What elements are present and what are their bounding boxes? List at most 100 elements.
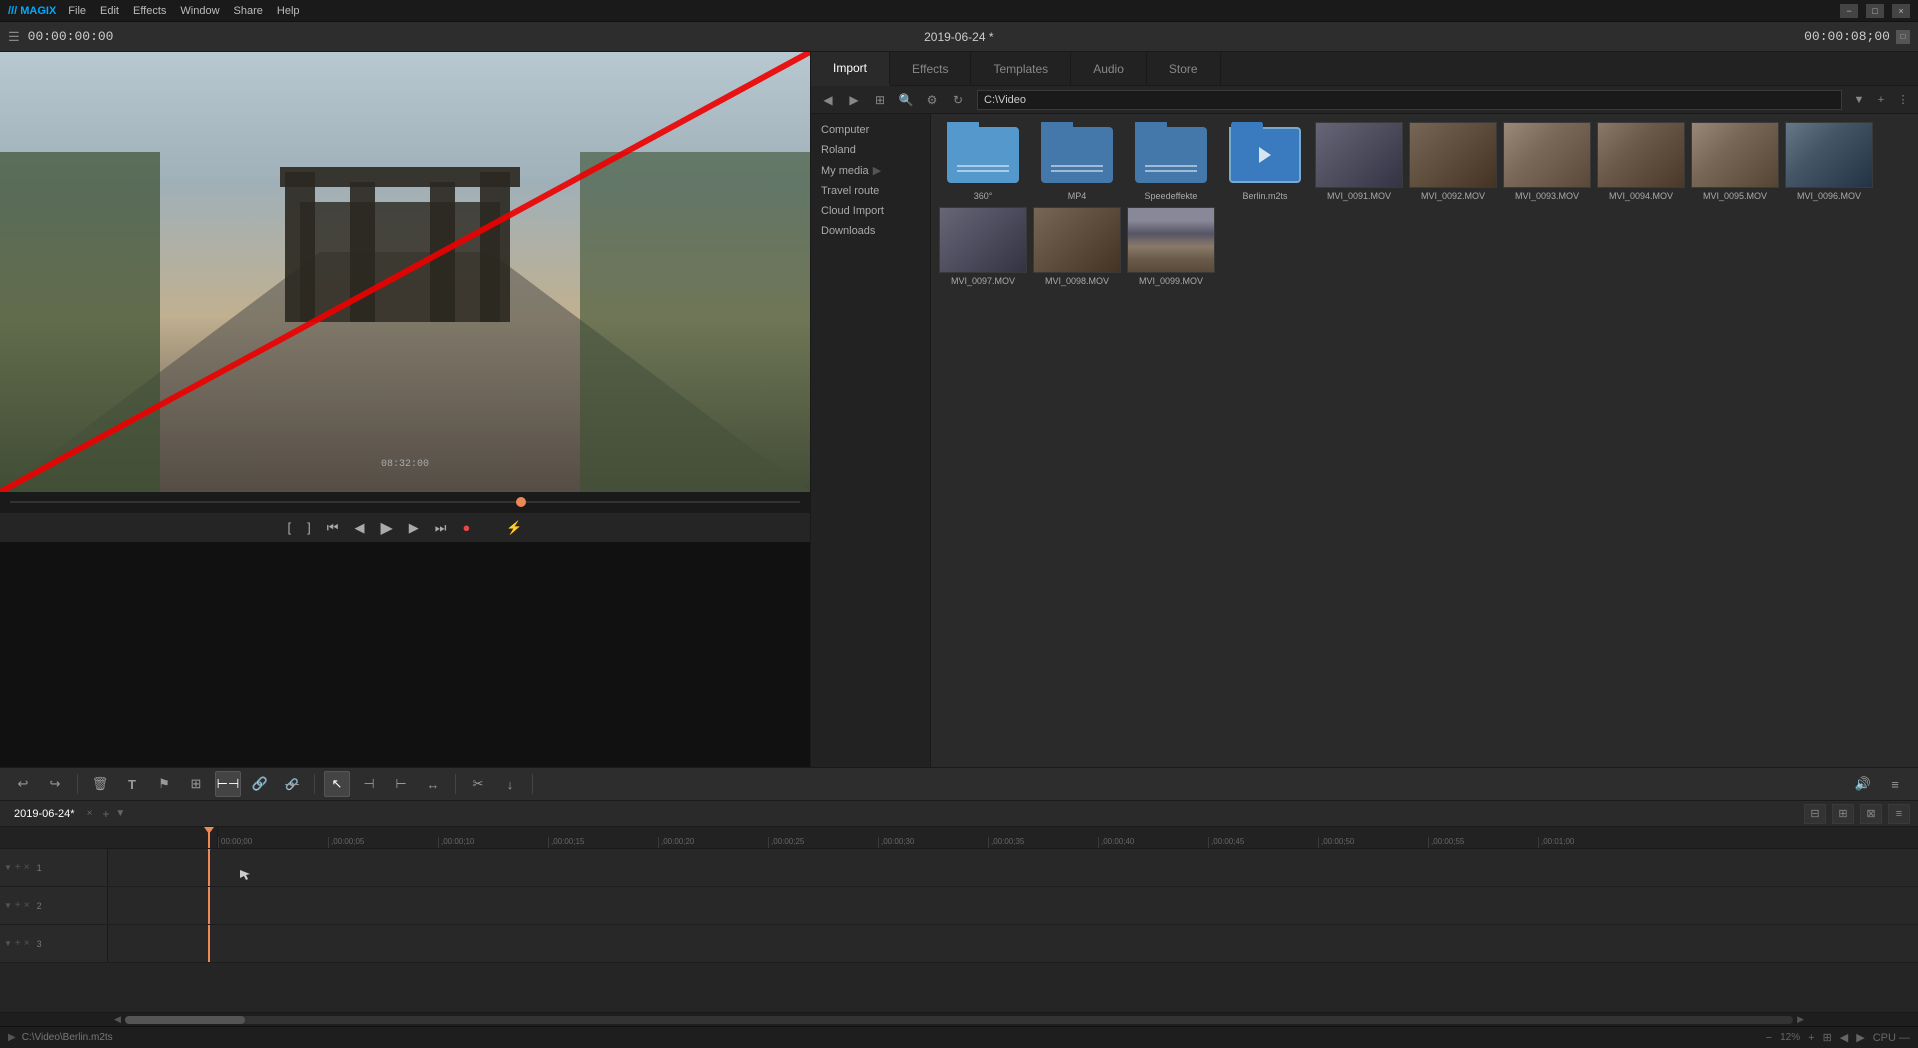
ripple-button[interactable]: ⊣ [356, 771, 382, 797]
undo-button[interactable]: ↩ [10, 771, 36, 797]
step-fwd-button[interactable]: ▶ [405, 518, 423, 538]
tab-templates[interactable]: Templates [971, 52, 1071, 85]
video-mvi0099[interactable]: MVI_0099.MOV [1127, 207, 1215, 286]
dropdown-arrow-icon[interactable]: ▼ [1850, 91, 1868, 109]
step-back-button[interactable]: ◀ [350, 518, 368, 538]
mark-out-button[interactable]: ] [303, 518, 315, 537]
fwd-button[interactable]: ▶ [843, 89, 865, 111]
track-2-mute-button[interactable]: × [24, 900, 30, 911]
zoom-minus-button[interactable]: − [1766, 1032, 1772, 1044]
timeline-scroll-thumb[interactable] [125, 1016, 245, 1024]
grid-view-button[interactable]: ⊞ [869, 89, 891, 111]
play-button[interactable]: ▶ [376, 516, 396, 540]
track-1-area[interactable] [108, 849, 1918, 886]
track-1-collapse-icon[interactable]: ▼ [4, 863, 12, 872]
beats-button[interactable]: ⊞ [183, 771, 209, 797]
maximize-button[interactable]: □ [1866, 4, 1884, 18]
marker-button[interactable]: ⚑ [151, 771, 177, 797]
more-edit-button[interactable]: ≡ [1882, 771, 1908, 797]
path-input[interactable] [977, 90, 1842, 110]
timeline-add-button[interactable]: + [102, 807, 109, 821]
track-2-area[interactable] [108, 887, 1918, 924]
sidebar-item-my-media[interactable]: My media ▶ [811, 160, 930, 181]
timeline-close-icon[interactable]: × [87, 808, 93, 819]
timeline-scroll-track[interactable] [125, 1016, 1793, 1024]
video-mvi0093[interactable]: MVI_0093.MOV [1503, 122, 1591, 201]
back-button[interactable]: ◀ [817, 89, 839, 111]
track-1-mute-button[interactable]: × [24, 862, 30, 873]
video-mvi0095[interactable]: MVI_0095.MOV [1691, 122, 1779, 201]
track-3-mute-button[interactable]: × [24, 938, 30, 949]
cursor-button[interactable]: ↖ [324, 771, 350, 797]
razor-button[interactable]: ✂ [465, 771, 491, 797]
add-folder-button[interactable]: + [1872, 91, 1890, 109]
timeline-expand-icon[interactable]: ▼ [115, 808, 125, 819]
more-controls-button[interactable]: ⚡ [502, 518, 526, 538]
zoom-scroll-left-button[interactable]: ◀ [1840, 1031, 1848, 1044]
sidebar-item-downloads[interactable]: Downloads [811, 221, 930, 241]
stretch-button[interactable]: ↔ [420, 771, 446, 797]
close-button[interactable]: × [1892, 4, 1910, 18]
sidebar-item-roland[interactable]: Roland [811, 140, 930, 160]
sidebar-item-travel-route[interactable]: Travel route [811, 181, 930, 201]
track-3-area[interactable] [108, 925, 1918, 962]
video-mvi0097[interactable]: MVI_0097.MOV [939, 207, 1027, 286]
track-1-add-button[interactable]: + [15, 862, 21, 873]
scroll-left-button[interactable]: ◀ [110, 1014, 125, 1025]
delete-button[interactable]: 🗑 [87, 771, 113, 797]
tab-audio[interactable]: Audio [1071, 52, 1147, 85]
track-2-collapse-icon[interactable]: ▼ [4, 901, 12, 910]
window-fit-button[interactable]: □ [1896, 30, 1910, 44]
folder-360[interactable]: 360° [939, 122, 1027, 201]
track-2-add-button[interactable]: + [15, 900, 21, 911]
menu-edit[interactable]: Edit [100, 5, 119, 17]
link-button[interactable]: 🔗 [247, 771, 273, 797]
video-mvi0098[interactable]: MVI_0098.MOV [1033, 207, 1121, 286]
insert-button[interactable]: ↓ [497, 771, 523, 797]
timeline-view-normal-button[interactable]: ⊟ [1804, 804, 1826, 824]
tab-store[interactable]: Store [1147, 52, 1221, 85]
menu-share[interactable]: Share [234, 5, 263, 17]
tab-effects[interactable]: Effects [890, 52, 971, 85]
sidebar-item-computer[interactable]: Computer [811, 120, 930, 140]
search-button[interactable]: 🔍 [895, 89, 917, 111]
hamburger-icon[interactable]: ☰ [8, 29, 20, 45]
unlink-button[interactable]: 🔗 [279, 771, 305, 797]
trim-button[interactable]: ⊢⊣ [215, 771, 241, 797]
timeline-view-option-button[interactable]: ≡ [1888, 804, 1910, 824]
menu-file[interactable]: File [68, 5, 86, 17]
zoom-fit-button[interactable]: ⊞ [1823, 1031, 1832, 1044]
mark-in-button[interactable]: [ [283, 518, 295, 537]
sidebar-item-cloud-import[interactable]: Cloud Import [811, 201, 930, 221]
tab-import[interactable]: Import [811, 52, 890, 86]
folder-mp4[interactable]: MP4 [1033, 122, 1121, 201]
video-mvi0092[interactable]: MVI_0092.MOV [1409, 122, 1497, 201]
track-3-collapse-icon[interactable]: ▼ [4, 939, 12, 948]
more-options-button[interactable]: ⋮ [1894, 91, 1912, 109]
scroll-right-button[interactable]: ▶ [1793, 1014, 1808, 1025]
video-mvi0094[interactable]: MVI_0094.MOV [1597, 122, 1685, 201]
roll-button[interactable]: ⊢ [388, 771, 414, 797]
skip-start-button[interactable]: ⏮ [323, 518, 343, 538]
skip-end-button[interactable]: ⏭ [431, 518, 451, 538]
menu-window[interactable]: Window [180, 5, 219, 17]
video-mvi0091[interactable]: MVI_0091.MOV [1315, 122, 1403, 201]
timeline-view-expanded-button[interactable]: ⊠ [1860, 804, 1882, 824]
refresh-button[interactable]: ↻ [947, 89, 969, 111]
folder-speedeffekte[interactable]: Speedeffekte [1127, 122, 1215, 201]
timeline-tab[interactable]: 2019-06-24* [8, 808, 81, 820]
folder-berlin[interactable]: Berlin.m2ts [1221, 122, 1309, 201]
volume-button[interactable]: 🔊 [1850, 771, 1876, 797]
menu-effects[interactable]: Effects [133, 5, 166, 17]
menu-help[interactable]: Help [277, 5, 300, 17]
zoom-scroll-right-button[interactable]: ▶ [1856, 1031, 1864, 1044]
statusbar-expand-icon[interactable]: ▶ [8, 1032, 16, 1043]
record-button[interactable]: ● [458, 518, 474, 537]
timeline-view-compact-button[interactable]: ⊞ [1832, 804, 1854, 824]
settings-button[interactable]: ⚙ [921, 89, 943, 111]
redo-button[interactable]: ↪ [42, 771, 68, 797]
text-button[interactable]: T [119, 771, 145, 797]
video-mvi0096[interactable]: MVI_0096.MOV [1785, 122, 1873, 201]
track-3-add-button[interactable]: + [15, 938, 21, 949]
minimize-button[interactable]: − [1840, 4, 1858, 18]
